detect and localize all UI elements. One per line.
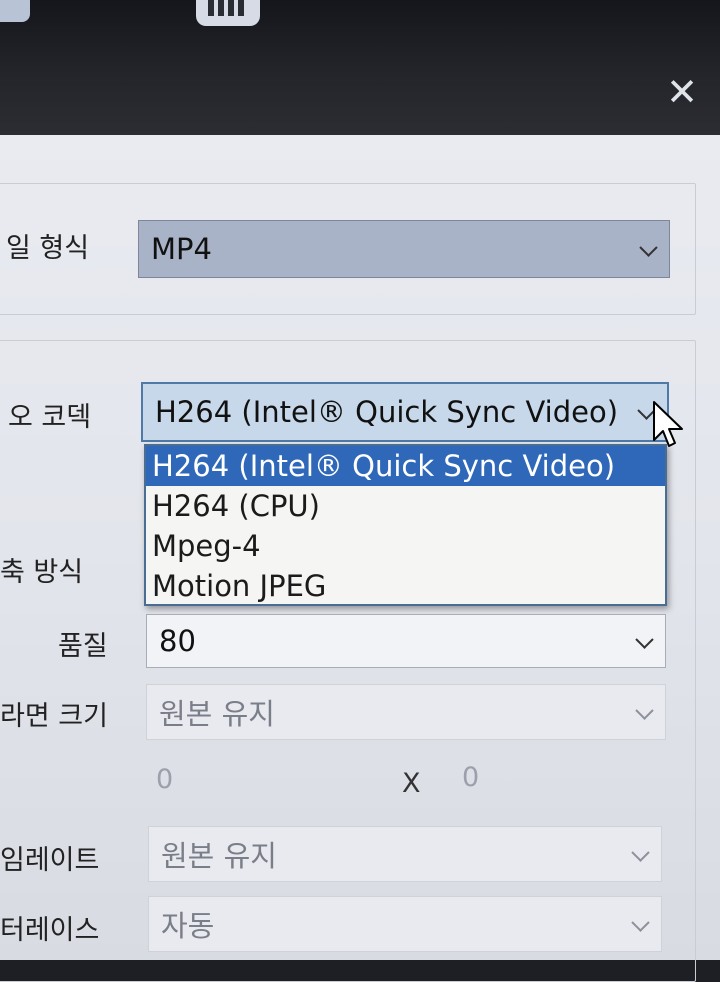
screen-size-select[interactable]: 원본 유지 — [146, 684, 666, 740]
codec-dropdown-list: H264 (Intel® Quick Sync Video) H264 (CPU… — [144, 444, 667, 606]
quality-value: 80 — [159, 624, 196, 658]
codec-option[interactable]: H264 (CPU) — [146, 486, 665, 526]
app-tab-icon[interactable] — [196, 0, 260, 26]
close-icon[interactable]: ✕ — [662, 72, 702, 112]
video-codec-select[interactable]: H264 (Intel® Quick Sync Video) — [141, 382, 669, 442]
interlace-label: 터레이스 — [0, 915, 100, 946]
chevron-down-icon — [631, 843, 650, 862]
codec-option[interactable]: Motion JPEG — [146, 566, 665, 606]
file-format-value: MP4 — [151, 232, 212, 266]
codec-option[interactable]: H264 (Intel® Quick Sync Video) — [146, 446, 665, 486]
video-codec-label: 오 코덱 — [8, 402, 92, 433]
bars-icon — [208, 0, 248, 16]
quality-label: 품질 — [58, 631, 108, 662]
screen-size-value: 원본 유지 — [159, 697, 275, 731]
chevron-down-icon — [635, 701, 654, 720]
chevron-down-icon — [631, 913, 650, 932]
video-codec-value: H264 (Intel® Quick Sync Video) — [155, 395, 619, 429]
interlace-value: 자동 — [161, 909, 215, 943]
file-format-select[interactable]: MP4 — [138, 220, 670, 278]
interlace-select[interactable]: 자동 — [148, 896, 662, 952]
chevron-down-icon — [639, 238, 658, 257]
compression-label: 축 방식 — [0, 557, 84, 588]
codec-option[interactable]: Mpeg-4 — [146, 526, 665, 566]
frame-rate-select[interactable]: 원본 유지 — [148, 826, 662, 882]
height-field[interactable]: 0 — [462, 762, 479, 793]
chevron-down-icon — [635, 630, 654, 649]
dimension-separator: X — [402, 768, 421, 799]
app-tab-left[interactable] — [0, 0, 30, 22]
mouse-cursor-icon — [653, 401, 683, 447]
width-field[interactable]: 0 — [156, 764, 173, 795]
quality-select[interactable]: 80 — [146, 614, 666, 668]
frame-rate-value: 원본 유지 — [161, 839, 277, 873]
screen-size-label: 라면 크기 — [0, 701, 108, 732]
file-format-label: 일 형식 — [6, 233, 90, 264]
frame-rate-label: 임레이트 — [0, 845, 100, 876]
title-bar: ✕ — [0, 0, 720, 135]
